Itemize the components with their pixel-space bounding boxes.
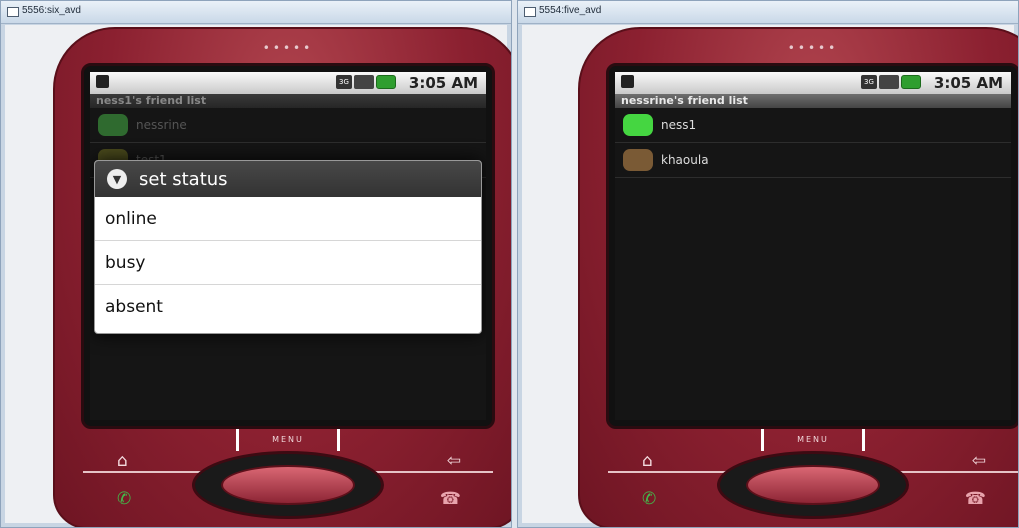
speaker-grille: ••••• [262, 41, 314, 55]
screen-frame: 3G 3:05 AM nessrine's friend list ness1 … [606, 63, 1018, 429]
notification-icon [621, 75, 634, 88]
phone-screen: 3G 3:05 AM nessrine's friend list ness1 … [615, 72, 1011, 420]
friend-name: ness1 [661, 118, 697, 132]
status-indicator-icon [98, 114, 128, 136]
hardware-keys: MENU ⌂ ⇦ ✆ ☎ [55, 423, 511, 527]
call-icon[interactable]: ✆ [117, 489, 131, 509]
trackball-button[interactable] [221, 465, 355, 505]
friend-list-title: ness1's friend list [90, 94, 486, 108]
phone-screen: 3G 3:05 AM ness1's friend list nessrine … [90, 72, 486, 420]
list-item[interactable]: nessrine [90, 108, 486, 143]
back-icon[interactable]: ⇦ [447, 451, 461, 471]
end-call-icon[interactable]: ☎ [965, 489, 986, 509]
window-titlebar[interactable]: 5554:five_avd [518, 1, 1018, 24]
menu-button[interactable]: MENU [236, 429, 340, 451]
friend-name: nessrine [136, 118, 187, 132]
back-icon[interactable]: ⇦ [972, 451, 986, 471]
call-icon[interactable]: ✆ [642, 489, 656, 509]
home-icon[interactable]: ⌂ [117, 451, 128, 471]
window-titlebar[interactable]: 5556:six_avd [1, 1, 511, 24]
battery-icon [901, 75, 921, 89]
friend-list-title: nessrine's friend list [615, 94, 1011, 108]
home-icon[interactable]: ⌂ [642, 451, 653, 471]
signal-icon [879, 75, 899, 89]
friend-name: khaoula [661, 153, 709, 167]
phone-body: ••••• 3G 3:05 AM ness1's friend list nes… [53, 27, 511, 527]
list-item[interactable]: khaoula [615, 143, 1011, 178]
dialog-header: ▼ set status [95, 161, 481, 197]
speaker-grille: ••••• [787, 41, 839, 55]
chevron-down-icon: ▼ [107, 169, 127, 189]
phone-body: ••••• 3G 3:05 AM nessrine's friend list [578, 27, 1018, 527]
status-time: 3:05 AM [933, 74, 1003, 92]
set-status-dialog: ▼ set status online busy absent [94, 160, 482, 334]
window-title: 5554:five_avd [539, 5, 602, 16]
signal-icon [354, 75, 374, 89]
status-option-online[interactable]: online [95, 197, 481, 241]
status-option-absent[interactable]: absent [95, 285, 481, 328]
notification-icon [96, 75, 109, 88]
emulator-window-5556: 5556:six_avd ••••• 3G 3:05 AM ness1's fr… [0, 0, 512, 528]
window-client: ••••• 3G 3:05 AM ness1's friend list nes… [5, 25, 511, 527]
window-client: ••••• 3G 3:05 AM nessrine's friend list [522, 25, 1018, 527]
status-bar: 3G 3:05 AM [90, 72, 486, 94]
dpad[interactable] [717, 451, 909, 519]
status-bar: 3G 3:05 AM [615, 72, 1011, 94]
end-call-icon[interactable]: ☎ [440, 489, 461, 509]
window-icon [524, 7, 536, 17]
status-option-busy[interactable]: busy [95, 241, 481, 285]
window-icon [7, 7, 19, 17]
hardware-keys: MENU ⌂ ⇦ ✆ ☎ [580, 423, 1018, 527]
network-3g-icon: 3G [861, 75, 877, 89]
battery-icon [376, 75, 396, 89]
status-indicator-icon [623, 149, 653, 171]
window-title: 5556:six_avd [22, 5, 81, 16]
screen-frame: 3G 3:05 AM ness1's friend list nessrine … [81, 63, 495, 429]
menu-button[interactable]: MENU [761, 429, 865, 451]
status-indicator-icon [623, 114, 653, 136]
status-time: 3:05 AM [408, 74, 478, 92]
dialog-title: set status [139, 168, 228, 190]
emulator-window-5554: 5554:five_avd ••••• 3G 3:05 AM nessrine' [517, 0, 1019, 528]
network-3g-icon: 3G [336, 75, 352, 89]
trackball-button[interactable] [746, 465, 880, 505]
dpad[interactable] [192, 451, 384, 519]
list-item[interactable]: ness1 [615, 108, 1011, 143]
